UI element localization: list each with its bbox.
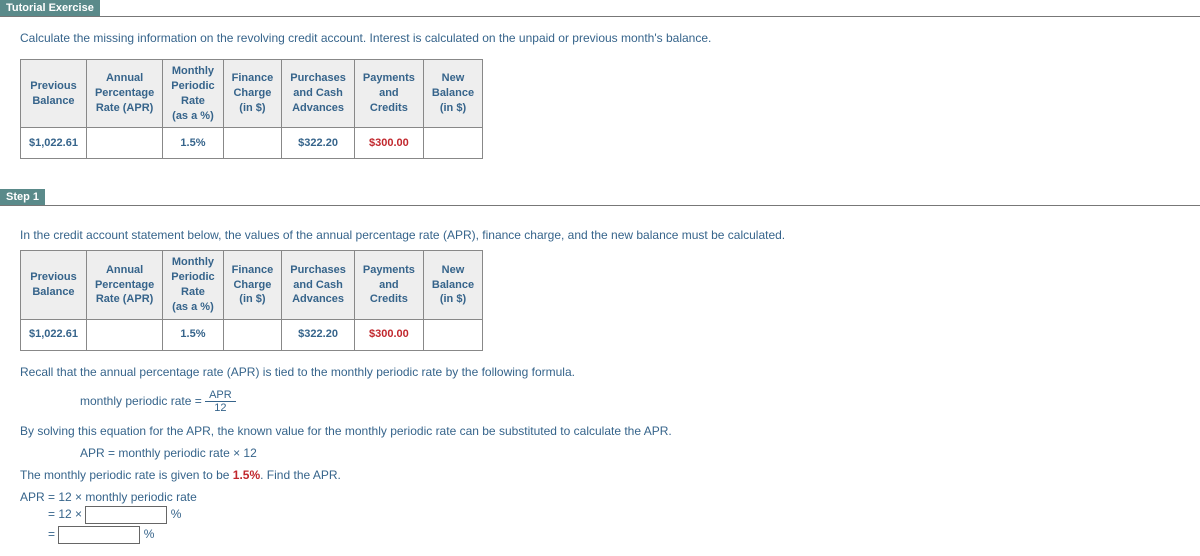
calc-line-2: = 12 × % [48, 506, 1180, 524]
step1-header-bar: Step 1 [0, 189, 1200, 205]
th-finance: FinanceCharge(in $) [223, 251, 282, 319]
tutorial-header-bar: Tutorial Exercise [0, 0, 1200, 16]
cell-new-balance [423, 128, 482, 159]
table-header-row: PreviousBalance AnnualPercentageRate (AP… [21, 251, 483, 319]
tutorial-content: Calculate the missing information on the… [0, 25, 1200, 183]
cell-payments: $300.00 [354, 319, 423, 350]
th-new-balance: NewBalance(in $) [423, 60, 482, 128]
calc-line-1: APR = 12 × monthly periodic rate [20, 490, 1180, 504]
mpr-given-tail: . Find the APR. [260, 468, 341, 482]
input-rate[interactable] [85, 506, 167, 524]
cell-payments: $300.00 [354, 128, 423, 159]
th-prev-balance: PreviousBalance [21, 251, 87, 319]
cell-apr [86, 319, 162, 350]
th-finance: FinanceCharge(in $) [223, 60, 282, 128]
credit-table-1: PreviousBalance AnnualPercentageRate (AP… [20, 59, 483, 159]
th-apr: AnnualPercentageRate (APR) [86, 251, 162, 319]
th-purchases: Purchasesand CashAdvances [282, 251, 355, 319]
recall-text: Recall that the annual percentage rate (… [20, 365, 1180, 379]
mpr-given-line: The monthly periodic rate is given to be… [20, 468, 1180, 482]
formula: monthly periodic rate = APR 12 [80, 389, 1180, 414]
divider [0, 16, 1200, 17]
cell-prev-balance: $1,022.61 [21, 128, 87, 159]
tutorial-header-label: Tutorial Exercise [0, 0, 100, 16]
cell-apr [86, 128, 162, 159]
cell-new-balance [423, 319, 482, 350]
fraction-denominator: 12 [205, 402, 236, 414]
cell-purchases: $322.20 [282, 128, 355, 159]
calc-line-3: = % [48, 526, 1180, 544]
percent-label: % [171, 507, 182, 521]
th-mpr: MonthlyPeriodicRate(as a %) [163, 60, 223, 128]
fraction-numerator: APR [205, 389, 236, 402]
calc-line-3-pre: = [48, 527, 55, 541]
th-payments: PaymentsandCredits [354, 251, 423, 319]
cell-mpr: 1.5% [163, 128, 223, 159]
mpr-given-value: 1.5% [233, 468, 260, 482]
table-row: $1,022.61 1.5% $322.20 $300.00 [21, 128, 483, 159]
th-purchases: Purchasesand CashAdvances [282, 60, 355, 128]
step1-intro: In the credit account statement below, t… [20, 228, 1180, 242]
cell-purchases: $322.20 [282, 319, 355, 350]
cell-prev-balance: $1,022.61 [21, 319, 87, 350]
th-payments: PaymentsandCredits [354, 60, 423, 128]
th-mpr: MonthlyPeriodicRate(as a %) [163, 251, 223, 319]
credit-table-2: PreviousBalance AnnualPercentageRate (AP… [20, 250, 483, 350]
payments-value: $300.00 [369, 137, 409, 149]
calc-line-2-pre: = 12 × [48, 507, 82, 521]
cell-mpr: 1.5% [163, 319, 223, 350]
table-header-row: PreviousBalance AnnualPercentageRate (AP… [21, 60, 483, 128]
cell-finance [223, 128, 282, 159]
step1-content: In the credit account statement below, t… [0, 214, 1200, 556]
divider [0, 205, 1200, 206]
percent-label: % [144, 527, 155, 541]
th-new-balance: NewBalance(in $) [423, 251, 482, 319]
solve-text: By solving this equation for the APR, th… [20, 424, 1180, 438]
cell-finance [223, 319, 282, 350]
payments-value: $300.00 [369, 328, 409, 340]
instruction-text: Calculate the missing information on the… [20, 31, 1180, 45]
input-apr-result[interactable] [58, 526, 140, 544]
step1-header-label: Step 1 [0, 189, 45, 205]
table-row: $1,022.61 1.5% $322.20 $300.00 [21, 319, 483, 350]
fraction: APR 12 [205, 389, 236, 414]
apr-equation: APR = monthly periodic rate × 12 [80, 446, 1180, 460]
formula-lhs: monthly periodic rate = [80, 394, 202, 408]
th-prev-balance: PreviousBalance [21, 60, 87, 128]
th-apr: AnnualPercentageRate (APR) [86, 60, 162, 128]
mpr-given-pre: The monthly periodic rate is given to be [20, 468, 233, 482]
